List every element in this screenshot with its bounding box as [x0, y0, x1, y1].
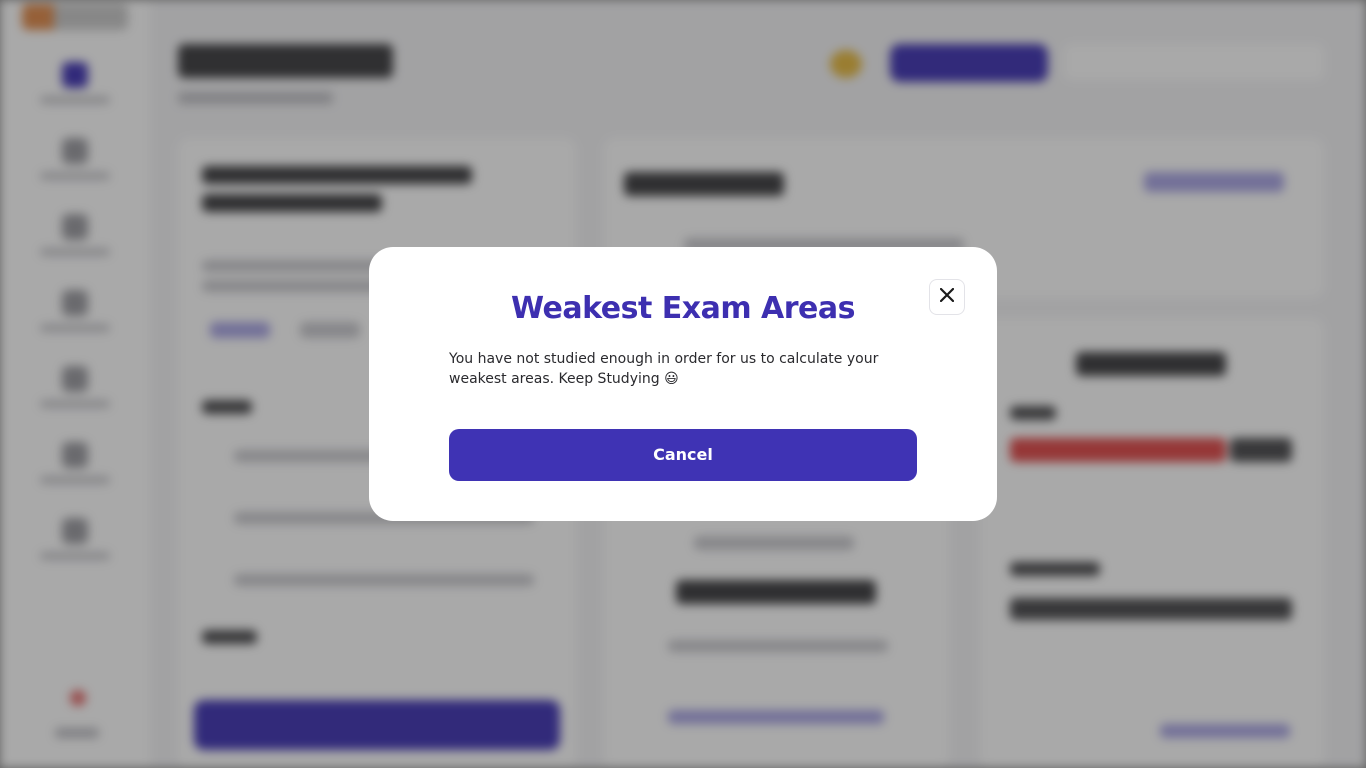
cancel-button[interactable]: Cancel — [449, 429, 917, 481]
close-icon — [939, 287, 955, 307]
modal-message: You have not studied enough in order for… — [449, 351, 879, 387]
close-button[interactable] — [929, 279, 965, 315]
modal-title: Weakest Exam Areas — [511, 291, 856, 326]
